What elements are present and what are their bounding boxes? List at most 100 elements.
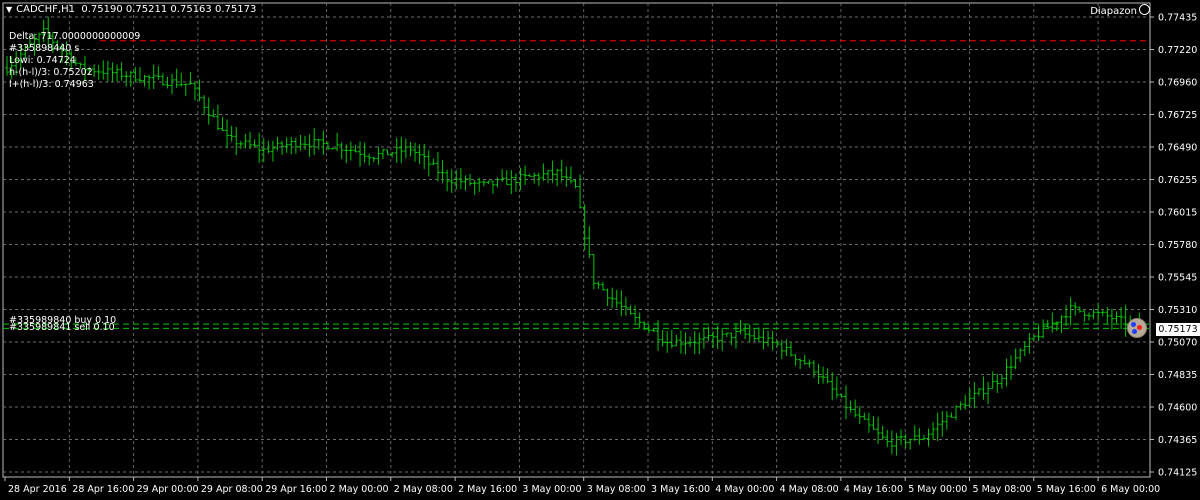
price-bar (183, 83, 188, 97)
price-bar (555, 168, 560, 187)
price-bar (596, 281, 601, 289)
price-bar (683, 332, 688, 355)
price-bar (940, 411, 945, 437)
price-bar (394, 137, 399, 163)
price-bar (1041, 319, 1046, 339)
price-bar (234, 127, 239, 156)
price-bar (165, 76, 170, 89)
price-bar (513, 173, 518, 192)
price-axis: 0.77435 0.77220 0.76960 0.76725 0.76490 0.762… (1150, 13, 1197, 479)
price-bar (843, 385, 848, 420)
y-tick-label: 0.74365 (1158, 435, 1197, 446)
price-bar (105, 60, 110, 82)
price-bar (931, 422, 936, 440)
price-bar (1018, 348, 1023, 363)
price-bar (541, 163, 546, 181)
price-bar (656, 320, 661, 351)
price-bar (715, 326, 720, 350)
x-tick-label: 2 May 00:00 (330, 484, 389, 495)
price-bar (711, 331, 716, 348)
price-bar (733, 323, 738, 349)
price-bar (830, 372, 835, 401)
price-bar (495, 177, 500, 188)
price-bar (862, 412, 867, 420)
price-bar (724, 332, 729, 338)
price-bar (192, 81, 197, 101)
price-bar (206, 97, 211, 125)
price-bar (293, 137, 298, 154)
blue-dot-icon (1132, 329, 1137, 334)
price-bar (766, 330, 771, 347)
x-tick-label: 29 Apr 00:00 (137, 484, 199, 495)
price-bar (720, 328, 725, 351)
brand-label: Diapazon (1090, 6, 1137, 17)
price-bar (110, 62, 115, 82)
x-tick-label: 5 May 16:00 (1037, 484, 1096, 495)
current-price-tag: 0.75173 (1156, 323, 1200, 336)
price-bar (857, 406, 862, 424)
price-bar (770, 330, 775, 351)
price-bar (174, 68, 179, 88)
price-bar (899, 429, 904, 446)
price-bar (1027, 333, 1032, 354)
price-bar (371, 156, 376, 163)
price-bar (545, 170, 550, 183)
price-bar (353, 144, 358, 153)
x-tick-label: 6 May 00:00 (1101, 484, 1160, 495)
x-tick-label: 3 May 08:00 (587, 484, 646, 495)
price-bar (523, 165, 528, 185)
y-tick-label: 0.75780 (1158, 240, 1197, 251)
price-bar (880, 425, 885, 440)
price-bar (1009, 355, 1014, 380)
plot-frame (2, 2, 1151, 478)
price-bar (903, 433, 908, 449)
price-bar (504, 170, 509, 185)
price-bar (243, 134, 248, 149)
price-bar (119, 62, 124, 81)
price-bar (976, 388, 981, 396)
price-bar (646, 324, 651, 333)
price-bar (926, 428, 931, 447)
price-bar (821, 366, 826, 384)
y-tick-label: 0.75070 (1158, 338, 1197, 349)
price-bar (399, 136, 404, 164)
price-bar (674, 334, 679, 347)
triangle-down-icon[interactable]: ▼ (6, 5, 12, 14)
price-bar (1082, 310, 1087, 322)
price-bar (1096, 302, 1101, 322)
chart-header: ▼ CADCHF,H1 0.75190 0.75211 0.75163 0.751… (6, 4, 256, 15)
price-bar (747, 324, 752, 343)
order-label-sell[interactable]: #335989841 sell 0.10 (9, 322, 115, 333)
price-bar (128, 70, 133, 87)
price-bar (1022, 341, 1027, 357)
price-chart[interactable]: 0.77435 0.77220 0.76960 0.76725 0.76490 0.762… (0, 0, 1200, 500)
trade-marker-icon[interactable] (1127, 318, 1147, 338)
price-bar (1031, 334, 1036, 341)
price-bar (445, 169, 450, 192)
price-bar (605, 288, 610, 306)
price-bar (362, 142, 367, 163)
price-bar (738, 319, 743, 335)
info-order-overlap: #335898440 s (9, 43, 80, 54)
price-bar (981, 376, 986, 400)
price-bar (1100, 309, 1105, 317)
price-bar (793, 354, 798, 366)
price-bar (156, 66, 161, 80)
price-bar (775, 340, 780, 347)
price-bar (697, 332, 702, 354)
price-bar (995, 373, 1000, 394)
price-bar (591, 254, 596, 290)
price-bar (651, 328, 656, 332)
price-bar (692, 331, 697, 354)
price-bar (1059, 315, 1064, 333)
price-bar (1050, 312, 1055, 333)
price-bar (303, 135, 308, 150)
y-tick-label: 0.74835 (1158, 370, 1197, 381)
price-bar (422, 143, 427, 170)
x-tick-label: 4 May 16:00 (844, 484, 903, 495)
price-bar (142, 74, 147, 87)
price-bar (202, 95, 207, 115)
price-bar (330, 147, 335, 150)
price-bar (633, 305, 638, 324)
price-bar (307, 134, 312, 157)
